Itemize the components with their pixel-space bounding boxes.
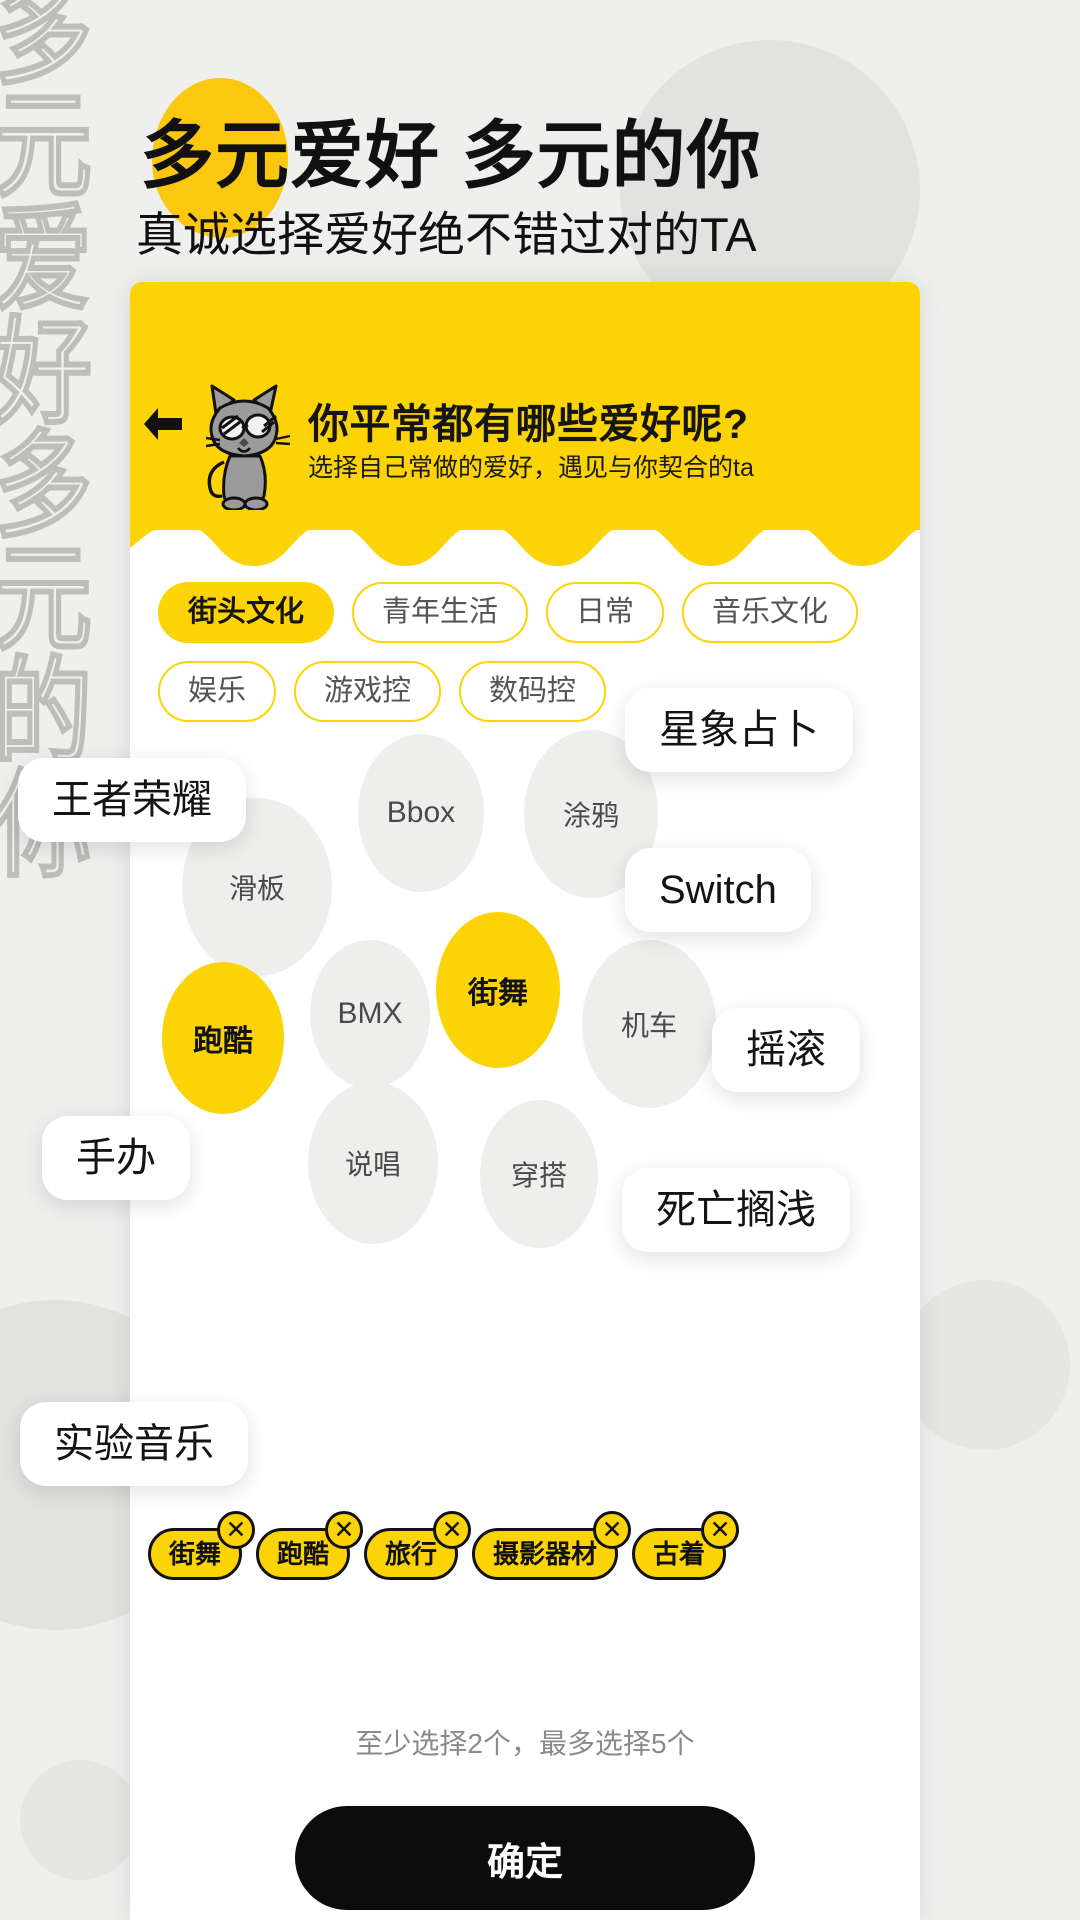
selected-tag-label: 街舞 (169, 1539, 222, 1569)
close-icon[interactable]: ✕ (325, 1511, 364, 1549)
floating-interest-chip[interactable]: 星象占卜 (625, 688, 853, 772)
category-pill[interactable]: 游戏控 (294, 661, 442, 722)
category-pill[interactable]: 街头文化 (158, 582, 335, 643)
selected-tag-label: 古着 (653, 1539, 706, 1569)
category-pill[interactable]: 青年生活 (352, 582, 529, 643)
floating-interest-chip[interactable]: 死亡搁浅 (622, 1168, 850, 1252)
ghost-outline-text: 多元爱好多元的你 (0, 0, 124, 885)
interest-bubble[interactable]: 说唱 (308, 1082, 438, 1244)
background-circle-decor (900, 1280, 1070, 1450)
confirm-button[interactable]: 确定 (295, 1806, 755, 1910)
selected-tag[interactable]: 古着 ✕ (632, 1511, 740, 1580)
selected-tag[interactable]: 街舞 ✕ (148, 1511, 256, 1580)
selected-tags-row: 街舞 ✕ 跑酷 ✕ 旅行 ✕ 摄影器材 ✕ 古着 ✕ (140, 1511, 920, 1580)
page-title: 多元爱好 多元的你 (140, 114, 762, 197)
selected-tag-label: 旅行 (385, 1539, 438, 1569)
floating-interest-chip[interactable]: 王者荣耀 (18, 758, 246, 842)
category-pill[interactable]: 娱乐 (158, 661, 277, 722)
screen-root: 多元爱好多元的你 多元爱好 多元的你 真诚选择爱好绝不错过对的TA (0, 0, 1080, 1920)
interest-bubble[interactable]: 机车 (582, 940, 716, 1108)
background-circle-decor (20, 1760, 140, 1880)
selected-tag-label: 跑酷 (277, 1539, 330, 1569)
category-pill[interactable]: 日常 (546, 582, 665, 643)
selected-tag[interactable]: 跑酷 ✕ (256, 1511, 364, 1580)
interest-bubble[interactable]: BMX (310, 940, 430, 1088)
page-subtitle: 真诚选择爱好绝不错过对的TA (136, 208, 757, 261)
selected-tag[interactable]: 摄影器材 ✕ (472, 1511, 632, 1580)
close-icon[interactable]: ✕ (593, 1511, 632, 1549)
category-row-1: 街头文化 青年生活 日常 音乐文化 (158, 582, 892, 643)
interest-bubble[interactable]: 街舞 (436, 912, 560, 1068)
selected-tag-label: 摄影器材 (493, 1539, 598, 1569)
close-icon[interactable]: ✕ (701, 1511, 740, 1549)
floating-interest-chip[interactable]: Switch (625, 848, 811, 932)
interest-bubble[interactable]: Bbox (358, 734, 484, 892)
category-pill[interactable]: 数码控 (459, 661, 607, 722)
category-pill[interactable]: 音乐文化 (682, 582, 859, 643)
close-icon[interactable]: ✕ (433, 1511, 472, 1549)
interest-bubble-cloud: 滑板 Bbox 涂鸦 BMX 街舞 跑酷 机车 说唱 穿搭 (130, 282, 920, 1920)
selection-hint: 至少选择2个，最多选择5个 (355, 1728, 695, 1759)
floating-interest-chip[interactable]: 摇滚 (712, 1008, 860, 1092)
content-sheet: 你平常都有哪些爱好呢? 选择自己常做的爱好，遇见与你契合的ta 街头文化 青年生活… (130, 282, 920, 1920)
floating-interest-chip[interactable]: 手办 (42, 1116, 190, 1200)
ghost-outline-text-label: 多元爱好多元的你 (0, 0, 93, 885)
interest-bubble[interactable]: 跑酷 (162, 962, 284, 1114)
floating-interest-chip[interactable]: 实验音乐 (20, 1402, 248, 1486)
interest-bubble[interactable]: 穿搭 (480, 1100, 598, 1248)
close-icon[interactable]: ✕ (217, 1511, 256, 1549)
selected-tag[interactable]: 旅行 ✕ (364, 1511, 472, 1580)
